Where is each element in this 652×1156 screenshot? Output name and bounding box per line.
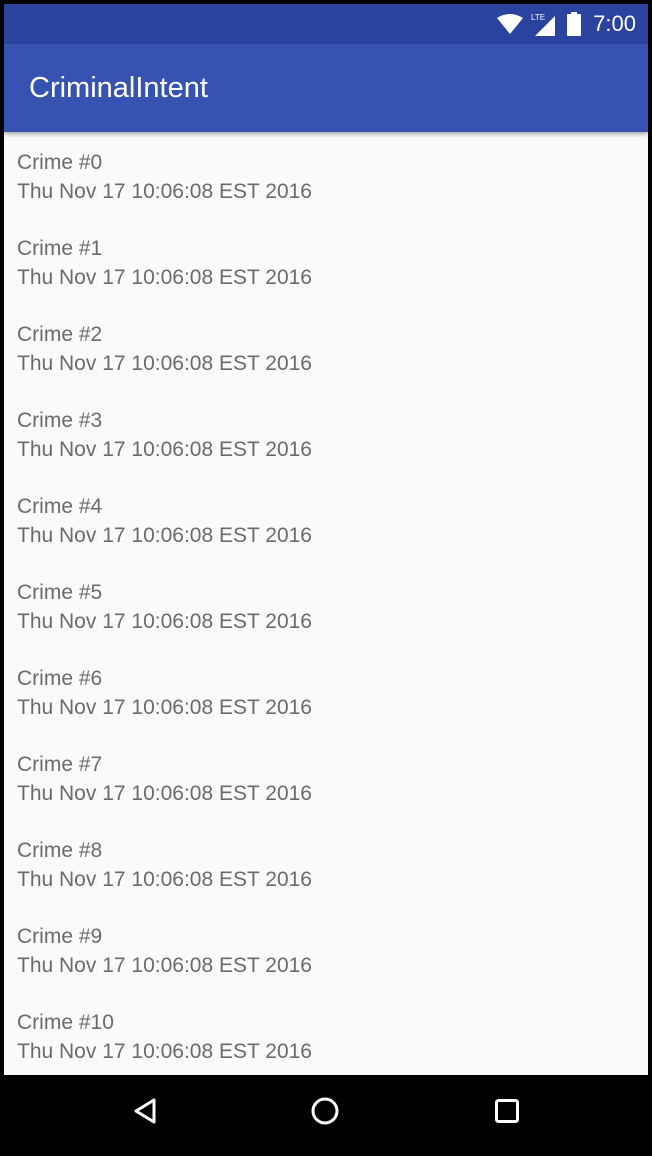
crime-date: Thu Nov 17 10:06:08 EST 2016 [17, 868, 312, 891]
crime-title: Crime #1 [17, 237, 103, 260]
crime-title: Crime #5 [17, 581, 103, 604]
list-item[interactable]: Crime #8 Thu Nov 17 10:06:08 EST 2016 [4, 836, 648, 922]
crime-date: Thu Nov 17 10:06:08 EST 2016 [17, 782, 312, 805]
svg-text:LTE: LTE [531, 13, 545, 22]
list-item[interactable]: Crime #3 Thu Nov 17 10:06:08 EST 2016 [4, 406, 648, 492]
crime-date: Thu Nov 17 10:06:08 EST 2016 [17, 524, 312, 547]
crime-date: Thu Nov 17 10:06:08 EST 2016 [17, 180, 312, 203]
crime-title: Crime #4 [17, 495, 103, 518]
list-item[interactable]: Crime #2 Thu Nov 17 10:06:08 EST 2016 [4, 320, 648, 406]
crime-date: Thu Nov 17 10:06:08 EST 2016 [17, 438, 312, 461]
list-item[interactable]: Crime #4 Thu Nov 17 10:06:08 EST 2016 [4, 492, 648, 578]
crime-date: Thu Nov 17 10:06:08 EST 2016 [17, 1040, 312, 1063]
crime-title: Crime #0 [17, 151, 103, 174]
crime-title: Crime #8 [17, 839, 103, 862]
app-title: CriminalIntent [29, 72, 208, 104]
crime-title: Crime #7 [17, 753, 103, 776]
list-item[interactable]: Crime #5 Thu Nov 17 10:06:08 EST 2016 [4, 578, 648, 664]
crime-title: Crime #10 [17, 1011, 114, 1034]
crime-title: Crime #9 [17, 925, 103, 948]
home-icon [310, 1096, 340, 1131]
crime-title: Crime #6 [17, 667, 103, 690]
lte-signal-icon: LTE [531, 12, 559, 36]
back-icon [132, 1097, 158, 1130]
navigation-bar [4, 1075, 648, 1152]
list-item[interactable]: Crime #6 Thu Nov 17 10:06:08 EST 2016 [4, 664, 648, 750]
battery-icon [567, 12, 582, 36]
back-button[interactable] [105, 1075, 185, 1152]
list-item[interactable]: Crime #1 Thu Nov 17 10:06:08 EST 2016 [4, 234, 648, 320]
crime-date: Thu Nov 17 10:06:08 EST 2016 [17, 266, 312, 289]
crime-date: Thu Nov 17 10:06:08 EST 2016 [17, 610, 312, 633]
home-button[interactable] [285, 1075, 365, 1152]
status-bar: LTE 7:00 [4, 4, 648, 44]
recents-button[interactable] [467, 1075, 547, 1152]
crime-date: Thu Nov 17 10:06:08 EST 2016 [17, 696, 312, 719]
list-item[interactable]: Crime #7 Thu Nov 17 10:06:08 EST 2016 [4, 750, 648, 836]
status-icons: LTE 7:00 [497, 4, 636, 44]
crime-title: Crime #2 [17, 323, 103, 346]
status-time: 7:00 [593, 11, 636, 36]
wifi-icon [497, 14, 524, 34]
crime-date: Thu Nov 17 10:06:08 EST 2016 [17, 954, 312, 977]
list-item[interactable]: Crime #9 Thu Nov 17 10:06:08 EST 2016 [4, 922, 648, 1008]
list-item[interactable]: Crime #0 Thu Nov 17 10:06:08 EST 2016 [4, 148, 648, 234]
app-bar: CriminalIntent [4, 44, 648, 132]
phone-screen: LTE 7:00 CriminalIntent Crime #0 Thu Nov… [4, 4, 648, 1152]
list-item[interactable]: Crime #10 Thu Nov 17 10:06:08 EST 2016 [4, 1008, 648, 1075]
crime-list[interactable]: Crime #0 Thu Nov 17 10:06:08 EST 2016 Cr… [4, 132, 648, 1075]
recents-icon [494, 1098, 520, 1129]
crime-date: Thu Nov 17 10:06:08 EST 2016 [17, 352, 312, 375]
crime-title: Crime #3 [17, 409, 103, 432]
